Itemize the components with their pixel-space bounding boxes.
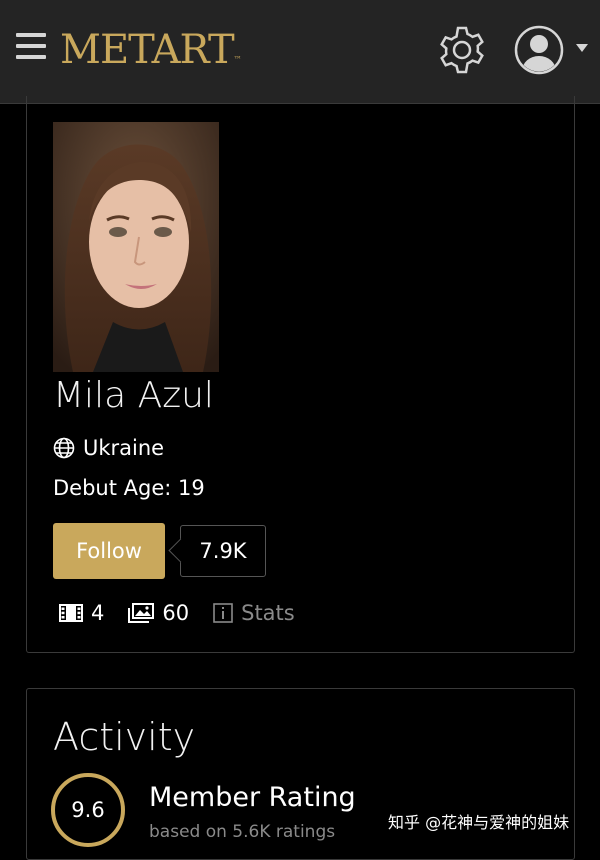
activity-title: Activity	[53, 715, 196, 759]
activity-card: Activity 9.6 Member Rating based on 5.6K…	[26, 688, 575, 860]
stats-row: 4 60 Stats	[59, 599, 319, 627]
hamburger-icon[interactable]	[16, 33, 46, 59]
film-icon	[59, 604, 83, 622]
model-name: Mila Azul	[53, 375, 214, 416]
country-row: Ukraine	[53, 434, 164, 462]
profile-photo[interactable]	[53, 122, 219, 372]
follower-count: 7.9K	[180, 525, 266, 577]
follow-button[interactable]: Follow	[53, 523, 165, 579]
gear-icon[interactable]	[436, 24, 488, 76]
profile-card: Mila Azul Ukraine Debut Age: 19 Follow 7…	[26, 96, 575, 653]
user-avatar-icon[interactable]	[514, 25, 564, 75]
rating-badge: 9.6	[51, 773, 125, 847]
top-navigation-bar: METART™	[0, 0, 600, 104]
galleries-stat[interactable]: 60	[128, 601, 189, 625]
info-icon	[213, 603, 233, 623]
debut-age: Debut Age: 19	[53, 476, 205, 500]
rating-label: Member Rating	[149, 782, 356, 813]
country-label: Ukraine	[83, 436, 165, 460]
stats-link[interactable]: Stats	[213, 601, 295, 625]
galleries-count: 60	[162, 601, 190, 625]
caret-down-icon[interactable]	[574, 40, 590, 56]
globe-icon	[53, 437, 75, 459]
gallery-icon	[128, 603, 155, 623]
watermark-text: 知乎 @花神与爱神的姐妹	[388, 813, 570, 832]
stats-label: Stats	[241, 601, 295, 625]
videos-count: 4	[91, 601, 105, 625]
videos-stat[interactable]: 4	[59, 601, 104, 625]
site-logo[interactable]: METART™	[60, 26, 242, 74]
rating-subtext: based on 5.6K ratings	[149, 822, 336, 842]
